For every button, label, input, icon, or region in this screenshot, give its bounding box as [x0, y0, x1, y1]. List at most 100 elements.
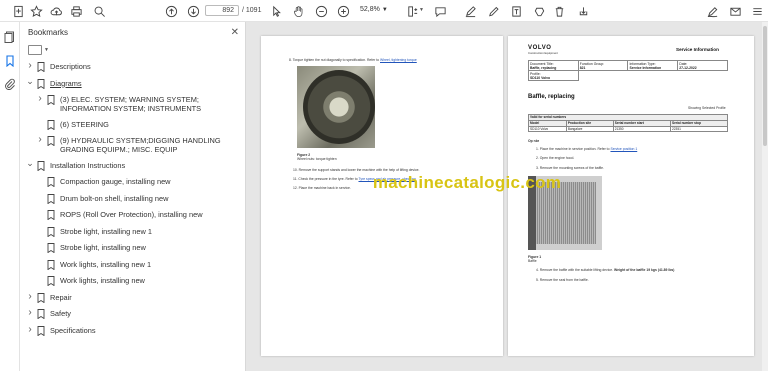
bookmark-item[interactable]: Work lights, installing new	[20, 276, 245, 286]
comment-icon[interactable]	[432, 3, 448, 19]
zoom-out-icon[interactable]	[313, 3, 329, 19]
step-2: 2. Open the engine hood.	[536, 156, 575, 160]
bookmark-item[interactable]: Work lights, installing new 1	[20, 260, 245, 270]
service-position-link[interactable]: Service position 1	[610, 147, 637, 151]
vertical-scrollbar[interactable]	[762, 22, 768, 371]
bookmark-item[interactable]: › Safety	[20, 308, 245, 319]
attachment-icon[interactable]	[4, 77, 16, 91]
chevron-right-icon[interactable]: ›	[26, 61, 34, 71]
bookmark-icon	[47, 193, 55, 204]
hand-tool-icon[interactable]	[290, 3, 306, 19]
op-number-label: Op nbr	[528, 139, 540, 143]
bookmark-icon	[47, 243, 55, 253]
torque-link[interactable]: Wheel, tightening torque	[380, 58, 417, 62]
bookmark-item[interactable]: › Descriptions	[20, 61, 245, 72]
bookmark-icon	[37, 62, 45, 72]
chevron-right-icon[interactable]: ›	[26, 308, 34, 318]
step-5: 5. Remove the seal from the baffle.	[536, 278, 589, 282]
bookmark-label: Strobe light, installing new 1	[60, 226, 153, 236]
bookmark-label: Compaction gauge, installing new	[60, 177, 171, 186]
zoom-in-icon[interactable]	[335, 3, 351, 19]
highlight-icon[interactable]	[462, 3, 478, 19]
bookmark-label: Strobe light, installing new	[60, 243, 146, 252]
star-icon[interactable]	[28, 3, 44, 19]
meta-table: Document Title: Baffle, replacing Functio…	[528, 60, 728, 81]
bookmark-icon	[47, 226, 55, 237]
chevron-right-icon[interactable]: ›	[36, 135, 44, 145]
chevron-right-icon[interactable]: ›	[26, 324, 34, 334]
showing-profile: Showing Selected Profile	[688, 106, 726, 110]
bookmark-item[interactable]: ROPS (Roll Over Protection), installing …	[20, 210, 245, 220]
bookmark-label: (3) ELEC. SYSTEM; WARNING SYSTEM; INFORM…	[60, 95, 202, 113]
bookmark-label: Safety	[50, 309, 71, 318]
left-rail	[0, 22, 20, 371]
bookmark-item[interactable]: › (9) HYDRAULIC SYSTEM;DIGGING HANDLING G…	[20, 135, 245, 155]
pen-icon[interactable]	[485, 3, 501, 19]
bookmark-item[interactable]: Drum bolt-on shell, installing new	[20, 194, 245, 204]
chevron-right-icon[interactable]: ›	[26, 291, 34, 301]
service-information-label: Service Information	[676, 47, 719, 52]
bookmark-item[interactable]: ⌄ Installation Instructions	[20, 158, 245, 171]
prev-page-icon[interactable]	[163, 3, 179, 19]
more-tools-icon[interactable]	[575, 3, 591, 19]
volvo-logo: VOLVO Construction Equipment	[528, 45, 558, 55]
bookmark-icon	[47, 95, 55, 105]
step-10: 10. Remove the support stands and lower …	[293, 168, 420, 172]
bookmark-label: (6) STEERING	[60, 119, 109, 129]
bookmark-icon	[37, 309, 45, 319]
chevron-down-icon[interactable]: ⌄	[26, 76, 34, 85]
bookmark-label: Installation Instructions	[50, 160, 126, 170]
bookmark-item[interactable]: Compaction gauge, installing new	[20, 177, 245, 187]
bookmark-label: Diagrams	[50, 78, 82, 88]
delete-icon[interactable]	[551, 3, 567, 19]
upload-cloud-icon[interactable]	[48, 3, 64, 19]
bookmark-item[interactable]: › (3) ELEC. SYSTEM; WARNING SYSTEM; INFOR…	[20, 94, 245, 114]
chevron-down-icon: ▼	[44, 47, 49, 53]
bookmark-item[interactable]: › Repair	[20, 291, 245, 303]
figure-sub-right: Baffle	[528, 259, 537, 263]
bookmark-item[interactable]: Strobe light, installing new	[20, 243, 245, 253]
page-number-input[interactable]: 892	[205, 5, 239, 16]
pages-thumbnail-icon[interactable]	[4, 30, 16, 43]
share-mail-icon[interactable]	[727, 3, 743, 19]
bookmark-icon	[47, 259, 55, 270]
search-icon[interactable]	[91, 3, 107, 19]
close-icon[interactable]: ✕	[231, 27, 239, 38]
document-view[interactable]: 8. Torque tighten the nut diagonally to …	[246, 22, 768, 371]
zoom-select[interactable]: 52,8% ▼	[360, 6, 388, 13]
bookmarks-title: Bookmarks	[28, 27, 69, 37]
chevron-down-icon[interactable]: ▼	[419, 7, 424, 13]
bookmark-icon	[37, 325, 45, 336]
figure-sub-left: Wheel nuts: torque tighten	[297, 157, 337, 161]
stamp-icon[interactable]	[531, 3, 547, 19]
chevron-right-icon[interactable]: ›	[36, 94, 44, 104]
bookmark-label: Specifications	[50, 325, 96, 335]
bookmarks-panel: Bookmarks ✕ ▼ › Descriptions ⌄ Diagrams › (3)…	[20, 22, 246, 371]
bookmark-options-button[interactable]: ▼	[20, 42, 245, 58]
bookmark-icon	[47, 119, 55, 130]
select-arrow-icon[interactable]	[268, 3, 284, 19]
scroll-thumb[interactable]	[763, 26, 767, 146]
step-1: 1. Place the machine in service position…	[536, 147, 638, 151]
bookmark-item[interactable]: › Specifications	[20, 324, 245, 336]
page-layout-icon[interactable]	[404, 3, 420, 19]
sign-icon[interactable]	[704, 3, 720, 19]
menu-icon[interactable]	[749, 3, 765, 19]
chevron-down-icon[interactable]: ⌄	[26, 158, 34, 167]
serial-table: Valid for serial numbers Model Productio…	[528, 114, 728, 133]
chevron-down-icon: ▼	[381, 6, 388, 13]
bookmarks-header: Bookmarks ✕	[20, 22, 245, 42]
bookmark-item[interactable]: Strobe light, installing new 1	[20, 227, 245, 237]
add-page-icon[interactable]	[10, 3, 26, 19]
next-page-icon[interactable]	[185, 3, 201, 19]
watermark-text: machinecatalogic.com	[372, 173, 562, 192]
bookmark-item[interactable]: (6) STEERING	[20, 120, 245, 130]
bookmark-list: › Descriptions ⌄ Diagrams › (3) ELEC. SYSTEM;…	[20, 58, 245, 336]
bookmark-icon	[47, 136, 55, 146]
text-box-icon[interactable]	[508, 3, 524, 19]
print-icon[interactable]	[68, 3, 84, 19]
step-4: 4. Remove the baffle with the suitable l…	[536, 268, 675, 272]
bookmark-panel-icon[interactable]	[4, 54, 16, 68]
bookmark-label: Descriptions	[50, 62, 91, 71]
bookmark-item[interactable]: ⌄ Diagrams	[20, 76, 245, 89]
